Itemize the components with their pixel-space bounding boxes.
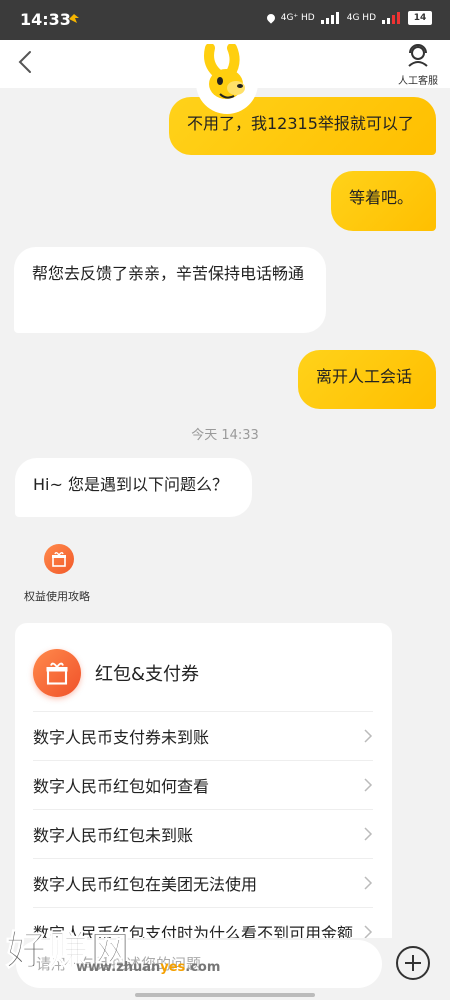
status-bar: 14:33 4G⁺ HD 4G HD 14 [0,0,450,40]
mascot-avatar [196,44,258,114]
network-label-2: 4G HD [346,13,376,23]
chevron-right-icon [364,778,373,792]
faq-item-label: 数字人民币红包未到账 [33,826,194,845]
message-bubble-incoming: Hi~ 您是遇到以下问题么？ [15,458,252,517]
faq-card: 红包&支付券 数字人民币支付券未到账 数字人民币红包如何查看 数字人民币红包未到… [15,623,392,953]
gift-icon [44,544,74,574]
chevron-right-icon [364,876,373,890]
headset-agent-icon [408,44,428,67]
message-bubble-outgoing: 离开人工会话 [298,350,436,409]
human-service-label: 人工客服 [398,76,438,87]
human-service-button[interactable]: 人工客服 [396,42,440,87]
message-input[interactable] [16,940,382,988]
message-bubble-outgoing: 等着吧。 [331,171,436,231]
kangaroo-mascot-icon [204,44,245,99]
faq-item[interactable]: 数字人民币红包未到账 [33,810,373,859]
chevron-right-icon [364,827,373,841]
faq-list: 数字人民币支付券未到账 数字人民币红包如何查看 数字人民币红包未到账 数字人民币… [33,711,373,953]
faq-item[interactable]: 数字人民币红包如何查看 [33,761,373,810]
input-bar [0,938,450,1000]
faq-item[interactable]: 数字人民币支付券未到账 [33,712,373,761]
home-indicator [135,993,315,997]
message-bubble-incoming: 帮您去反馈了亲亲，辛苦保持电话畅通 [14,247,326,333]
gift-icon [33,649,81,697]
signal-icon [320,12,341,24]
benefit-guide-button[interactable]: 权益使用攻略 [20,544,100,604]
message-timestamp: 今天 14:33 [191,428,259,443]
faq-item[interactable]: 数字人民币红包在美团无法使用 [33,859,373,908]
location-icon [265,12,277,24]
faq-item-label: 数字人民币红包在美团无法使用 [33,875,258,894]
network-label-1: 4G⁺ HD [280,13,315,23]
benefit-guide-label: 权益使用攻略 [24,590,90,603]
chevron-right-icon [364,729,373,743]
faq-card-header: 红包&支付券 [33,649,199,697]
signal-icon [382,12,402,24]
status-time: 14:33 [20,10,71,29]
faq-item-label: 数字人民币红包如何查看 [33,777,210,796]
chevron-left-icon[interactable] [14,50,38,74]
battery-icon: 14 [408,11,432,25]
plus-icon[interactable] [396,946,430,980]
chevron-right-icon [364,925,373,939]
faq-item-label: 数字人民币支付券未到账 [33,728,210,747]
notification-icon [69,14,79,23]
status-indicators: 4G⁺ HD 4G HD 14 [265,11,432,25]
faq-card-title: 红包&支付券 [95,664,200,685]
